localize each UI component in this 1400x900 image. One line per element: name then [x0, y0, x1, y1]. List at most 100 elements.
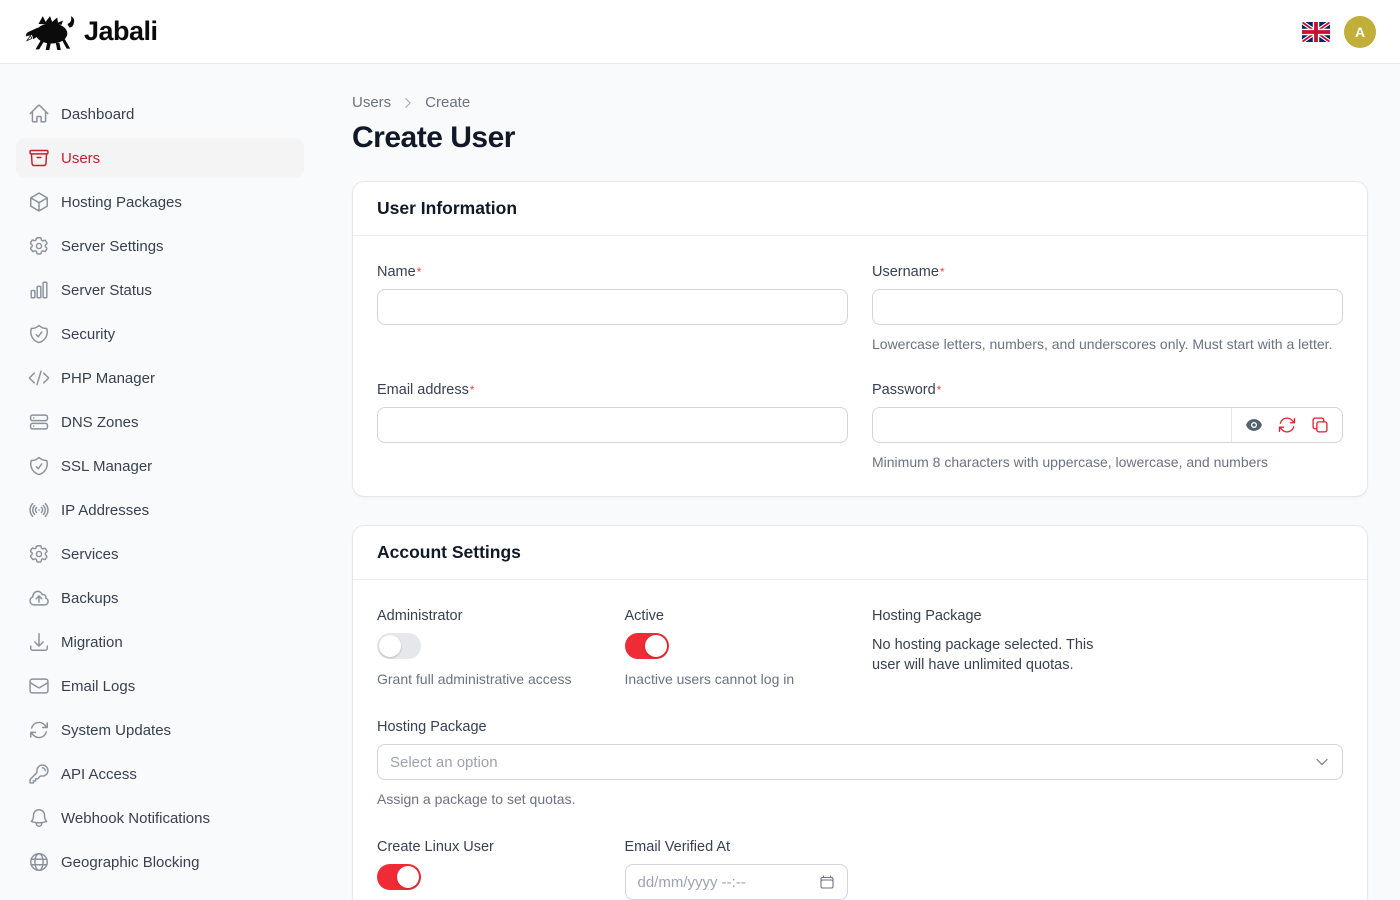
username-hint: Lowercase letters, numbers, and undersco… — [872, 334, 1343, 354]
sidebar-item-users[interactable]: Users — [16, 138, 304, 178]
active-toggle[interactable] — [625, 633, 669, 659]
active-hint: Inactive users cannot log in — [625, 669, 849, 689]
create-linux-user-label: Create Linux User — [377, 837, 601, 857]
brand[interactable]: Jabali — [24, 12, 158, 52]
sidebar-item-hosting-packages[interactable]: Hosting Packages — [16, 182, 304, 222]
shield-check-icon — [28, 323, 50, 345]
sidebar-item-geographic-blocking[interactable]: Geographic Blocking — [16, 842, 304, 882]
avatar-initial: A — [1355, 24, 1365, 40]
datetime-placeholder: dd/mm/yyyy --:-- — [638, 874, 820, 891]
password-hint: Minimum 8 characters with uppercase, low… — [872, 452, 1343, 472]
main-content: Users Create Create User User Informatio… — [320, 64, 1400, 900]
copy-password-button[interactable] — [1310, 415, 1330, 435]
calendar-icon — [819, 874, 835, 890]
name-input[interactable] — [377, 289, 848, 325]
chevron-right-icon — [401, 96, 415, 110]
sidebar-item-system-updates[interactable]: System Updates — [16, 710, 304, 750]
user-information-title: User Information — [377, 198, 1343, 219]
signal-icon — [28, 499, 50, 521]
sidebar-item-migration[interactable]: Migration — [16, 622, 304, 662]
language-selector[interactable] — [1302, 22, 1330, 42]
home-icon — [28, 103, 50, 125]
sidebar: Dashboard Users Hosting Packages Server … — [0, 64, 320, 900]
sidebar-item-server-settings[interactable]: Server Settings — [16, 226, 304, 266]
select-placeholder: Select an option — [390, 754, 1314, 771]
archive-box-icon — [28, 147, 50, 169]
account-settings-card: Account Settings Administrator Grant ful… — [352, 525, 1368, 900]
sidebar-item-php-manager[interactable]: PHP Manager — [16, 358, 304, 398]
hosting-package-info-text: No hosting package selected. This user w… — [872, 635, 1104, 675]
server-stack-icon — [28, 411, 50, 433]
sidebar-item-dns-zones[interactable]: DNS Zones — [16, 402, 304, 442]
sidebar-item-ssl-manager[interactable]: SSL Manager — [16, 446, 304, 486]
hosting-package-select-field: Hosting Package Select an option Assign … — [377, 717, 1343, 809]
required-asterisk: * — [937, 383, 942, 397]
administrator-field: Administrator Grant full administrative … — [377, 606, 601, 689]
envelope-icon — [28, 675, 50, 697]
top-navbar: Jabali A — [0, 0, 1400, 64]
sidebar-item-server-status[interactable]: Server Status — [16, 270, 304, 310]
boar-icon — [24, 12, 76, 52]
name-field: Name* — [377, 262, 848, 354]
code-icon — [28, 367, 50, 389]
email-label: Email address* — [377, 380, 848, 400]
sidebar-item-backups[interactable]: Backups — [16, 578, 304, 618]
account-settings-title: Account Settings — [377, 542, 1343, 563]
sidebar-item-email-logs[interactable]: Email Logs — [16, 666, 304, 706]
user-information-card: User Information Name* Username* — [352, 181, 1368, 497]
page-title: Create User — [352, 121, 1368, 155]
password-input[interactable] — [873, 408, 1231, 442]
breadcrumb: Users Create — [352, 94, 1368, 111]
password-label: Password* — [872, 380, 1343, 400]
chevron-down-icon — [1314, 754, 1330, 770]
username-field: Username* Lowercase letters, numbers, an… — [872, 262, 1343, 354]
administrator-hint: Grant full administrative access — [377, 669, 601, 689]
email-verified-at-field: Email Verified At dd/mm/yyyy --:-- — [625, 837, 849, 900]
create-linux-user-toggle[interactable] — [377, 864, 421, 890]
name-label: Name* — [377, 262, 848, 282]
refresh-icon — [1277, 415, 1297, 435]
shield-check-icon — [28, 455, 50, 477]
active-label: Active — [625, 606, 849, 626]
email-verified-at-label: Email Verified At — [625, 837, 849, 857]
sidebar-item-webhook-notifications[interactable]: Webhook Notifications — [16, 798, 304, 838]
email-field: Email address* — [377, 380, 848, 472]
cloud-upload-icon — [28, 587, 50, 609]
username-input[interactable] — [872, 289, 1343, 325]
email-input[interactable] — [377, 407, 848, 443]
avatar[interactable]: A — [1344, 16, 1376, 48]
brand-name: Jabali — [84, 16, 158, 47]
gear-icon — [28, 543, 50, 565]
hosting-package-select[interactable]: Select an option — [377, 744, 1343, 780]
gear-icon — [28, 235, 50, 257]
uk-flag-icon — [1302, 22, 1330, 42]
copy-icon — [1310, 415, 1330, 435]
refresh-icon — [28, 719, 50, 741]
eye-icon — [1244, 415, 1264, 435]
sidebar-item-api-access[interactable]: API Access — [16, 754, 304, 794]
hosting-package-info: Hosting Package No hosting package selec… — [872, 606, 1104, 689]
key-icon — [28, 763, 50, 785]
generate-password-button[interactable] — [1277, 415, 1297, 435]
sidebar-item-ip-addresses[interactable]: IP Addresses — [16, 490, 304, 530]
administrator-toggle[interactable] — [377, 633, 421, 659]
show-password-button[interactable] — [1244, 415, 1264, 435]
bell-icon — [28, 807, 50, 829]
download-icon — [28, 631, 50, 653]
breadcrumb-users[interactable]: Users — [352, 94, 391, 111]
create-linux-user-field: Create Linux User — [377, 837, 601, 900]
hosting-package-select-hint: Assign a package to set quotas. — [377, 789, 1343, 809]
sidebar-item-security[interactable]: Security — [16, 314, 304, 354]
breadcrumb-create: Create — [425, 94, 470, 111]
required-asterisk: * — [417, 265, 422, 279]
hosting-package-info-label: Hosting Package — [872, 606, 1104, 626]
sidebar-item-services[interactable]: Services — [16, 534, 304, 574]
email-verified-at-input[interactable]: dd/mm/yyyy --:-- — [625, 864, 849, 900]
username-label: Username* — [872, 262, 1343, 282]
bar-chart-icon — [28, 279, 50, 301]
sidebar-item-dashboard[interactable]: Dashboard — [16, 94, 304, 134]
hosting-package-select-label: Hosting Package — [377, 717, 1343, 737]
administrator-label: Administrator — [377, 606, 601, 626]
globe-icon — [28, 851, 50, 873]
package-icon — [28, 191, 50, 213]
